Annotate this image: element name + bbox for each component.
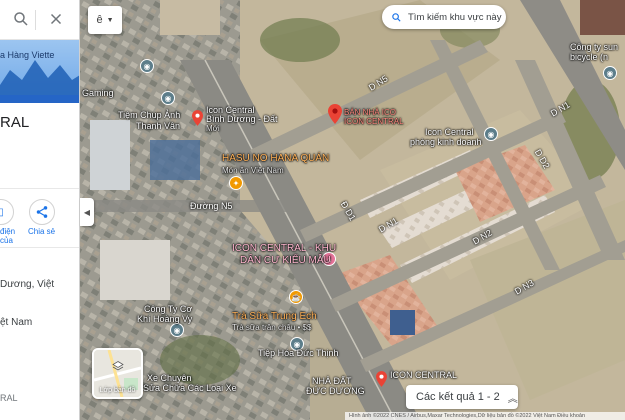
place-label[interactable]: Thanh Vân bbox=[136, 121, 180, 131]
place-label[interactable]: Tiệp Hóa Đức Thịnh bbox=[258, 348, 339, 358]
place-label[interactable]: DÂN CƯ KIỂU MẪU bbox=[240, 256, 331, 266]
camera-icon[interactable]: ◉ bbox=[161, 91, 175, 105]
collapse-panel-button[interactable]: ◀ bbox=[80, 198, 94, 226]
layers-button[interactable]: Lớp bản đồ bbox=[92, 348, 143, 399]
close-icon[interactable] bbox=[47, 10, 65, 28]
language-value: ê bbox=[96, 14, 103, 26]
search-box[interactable] bbox=[0, 0, 79, 40]
results-label: Các kết quả 1 - 2 bbox=[416, 391, 500, 403]
place-label[interactable]: Tiệm Chụp Ảnh bbox=[118, 110, 180, 120]
place-label[interactable]: bicycle (n bbox=[570, 52, 608, 62]
search-icon[interactable] bbox=[12, 10, 30, 28]
place-label[interactable]: Icon Central bbox=[425, 127, 474, 137]
place-label[interactable]: Bình Dương - Đất bbox=[206, 114, 277, 124]
language-select[interactable]: ê ▼ bbox=[88, 6, 122, 34]
place-pin-icon-bottom[interactable] bbox=[376, 371, 387, 387]
place-label[interactable]: ICON CENTRAL - KHU bbox=[232, 244, 336, 254]
place-label[interactable]: Xe Chuyên bbox=[147, 373, 192, 383]
search-input[interactable] bbox=[0, 8, 10, 30]
hero-caption: a Hàng Viette bbox=[0, 50, 55, 60]
send-to-phone-icon: ▯ bbox=[0, 207, 4, 218]
action-row: ▯ điện của Chia sẻ bbox=[0, 188, 79, 248]
business-icon[interactable]: ◉ bbox=[170, 323, 184, 337]
office-icon[interactable]: ◉ bbox=[484, 127, 498, 141]
results-toggle[interactable]: Các kết quả 1 - 2 ︽ bbox=[406, 385, 518, 409]
place-label[interactable]: ĐỨC DƯƠNG bbox=[306, 386, 365, 396]
send-to-phone-button[interactable]: ▯ bbox=[0, 199, 14, 225]
place-label[interactable]: Trà Sữa Trung Ech bbox=[232, 312, 317, 322]
search-icon bbox=[392, 12, 401, 22]
place-label[interactable]: Sửa Chữa Các Loại Xe bbox=[143, 383, 237, 393]
search-this-area-label: Tìm kiếm khu vực này bbox=[408, 11, 502, 23]
selected-place-pin-icon[interactable] bbox=[328, 104, 342, 124]
place-label[interactable]: phòng kinh doanh bbox=[410, 137, 482, 147]
road-label-n5-left: Đường N5 bbox=[190, 201, 233, 211]
place-title: RAL bbox=[0, 114, 30, 131]
address-line[interactable]: Dương, Việt bbox=[0, 278, 54, 291]
share-label: Chia sẻ bbox=[28, 227, 56, 236]
selected-place-label[interactable]: ICON CENTRAL bbox=[344, 117, 404, 127]
place-label-sub: Món ăn Việt Nam bbox=[222, 166, 284, 175]
place-label[interactable]: Công Ty Cơ bbox=[144, 304, 192, 314]
place-label[interactable]: NHÀ ĐẤT bbox=[312, 376, 352, 386]
restaurant-icon[interactable]: ✦ bbox=[229, 176, 243, 190]
chevron-left-icon: ◀ bbox=[83, 207, 91, 217]
divider bbox=[35, 10, 36, 30]
place-photo[interactable]: a Hàng Viette bbox=[0, 40, 79, 103]
layers-label: Lớp bản đồ bbox=[99, 387, 136, 394]
place-label[interactable]: ICON CENTRAL bbox=[390, 370, 457, 380]
place-label-sub: Mới bbox=[206, 124, 220, 133]
place-label-sub: Trà sữa trân châu • $$ bbox=[232, 323, 312, 332]
place-details-panel: a Hàng Viette RAL ▯ điện của Chia sẻ Dươ… bbox=[0, 0, 80, 420]
layers-icon bbox=[112, 361, 124, 371]
place-label[interactable]: HASU NO HANA QUÁN bbox=[222, 154, 329, 164]
send-to-phone-label: điện bbox=[0, 227, 16, 236]
place-label[interactable]: Công ty sun bbox=[570, 42, 618, 52]
place-label[interactable]: Khí Hoàng Vy bbox=[137, 314, 192, 324]
cafe-icon[interactable]: ☕ bbox=[289, 290, 303, 304]
share-icon bbox=[36, 206, 48, 218]
search-this-area-button[interactable]: Tìm kiếm khu vực này bbox=[382, 5, 506, 29]
chevron-double-up-icon: ︽ bbox=[507, 393, 518, 405]
panel-bottom-text: RAL bbox=[0, 393, 18, 403]
place-label[interactable]: Gaming bbox=[82, 88, 114, 98]
bicycle-icon[interactable]: ◉ bbox=[603, 66, 617, 80]
map-attribution: Hình ảnh ©2022 CNES / Airbus,Maxar Techn… bbox=[345, 412, 625, 420]
place-pin-icon[interactable] bbox=[192, 110, 203, 126]
service-icon[interactable]: ◉ bbox=[140, 59, 154, 73]
chevron-down-icon: ▼ bbox=[106, 16, 114, 24]
address-country[interactable]: ệt Nam bbox=[0, 316, 32, 329]
send-to-phone-label-2: của bbox=[0, 236, 13, 245]
share-button[interactable] bbox=[29, 199, 55, 225]
